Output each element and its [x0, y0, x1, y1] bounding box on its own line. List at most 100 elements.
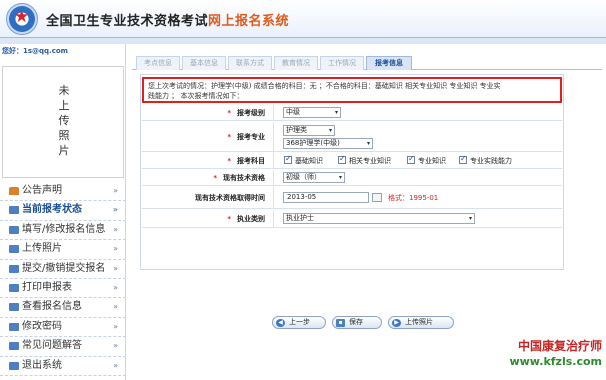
- chevron-right-icon: »: [113, 282, 118, 292]
- row-practice-type: * 执业类别 执业护士 ▾: [142, 210, 562, 228]
- row-exam-major: * 报考专业 护理类 ▾ 368护理学(中级) ▾: [142, 122, 562, 152]
- user-greeting: 您好：1s@qq.com: [2, 47, 68, 55]
- required-star: *: [227, 214, 231, 223]
- app-title-accent: 网上报名系统: [208, 14, 290, 29]
- logo-emblem: ★: [6, 3, 38, 35]
- subject-label: 专业实践能力: [470, 157, 512, 165]
- exam-subjects-label-text: 报考科目: [237, 156, 265, 165]
- registration-form: 您上次考试的情况：护理学(中级) 成绩合格的科目：无 ；不合格的科目：基础知识 …: [140, 74, 564, 270]
- sidebar-item-view-info[interactable]: 查看报名信息 »: [0, 298, 126, 318]
- required-star: *: [227, 156, 231, 165]
- checkbox-checked-icon: [338, 154, 346, 164]
- required-star: *: [227, 108, 231, 117]
- exam-major-label-text: 报考专业: [237, 132, 265, 141]
- practice-type-label: * 执业类别: [142, 210, 274, 227]
- sidebar-item-label: 修改密码: [22, 320, 62, 332]
- practice-type-select[interactable]: 执业护士 ▾: [283, 213, 475, 224]
- app-title: 全国卫生专业技术资格考试网上报名系统: [46, 10, 289, 29]
- chevron-right-icon: »: [113, 341, 118, 351]
- exam-major-label: * 报考专业: [142, 122, 274, 151]
- upload-icon: [9, 245, 19, 254]
- view-icon: [9, 303, 19, 312]
- sidebar-item-label: 常见问题解答: [22, 340, 82, 352]
- current-title-label-text: 现有技术资格: [223, 173, 265, 182]
- row-exam-level: * 报考级别 中级 ▾: [142, 105, 562, 121]
- obtain-date-label-text: 现有技术资格取得时间: [195, 193, 265, 202]
- tab-exam-registration[interactable]: 报考信息: [366, 56, 412, 70]
- sidebar-item-label: 公告声明: [22, 185, 62, 196]
- current-title-value: 初级（师）: [286, 173, 321, 181]
- prev-step-button[interactable]: ◀ 上一步: [272, 316, 326, 329]
- sidebar-item-label: 查看报名信息: [22, 301, 82, 313]
- sidebar-item-submit[interactable]: 提交/撤销提交报名 »: [0, 260, 126, 279]
- main-content: 考点信息 基本信息 联系方式 教育情况 工作情况 报考信息 您上次考试的情况：护…: [132, 44, 602, 380]
- subject-label: 专业知识: [418, 157, 446, 165]
- upload-photo-button[interactable]: ▶ 上传照片: [388, 316, 454, 329]
- app-title-main: 全国卫生专业技术资格考试: [46, 14, 209, 29]
- obtain-date-input[interactable]: 2013-05: [283, 192, 369, 203]
- upload-photo-label: 上传照片: [405, 318, 433, 326]
- chevron-right-icon: »: [113, 244, 118, 254]
- sidebar-item-label: 打印申报表: [22, 281, 72, 293]
- calendar-icon[interactable]: [372, 193, 382, 202]
- home-icon: [9, 187, 19, 195]
- sidebar-item-faq[interactable]: 常见问题解答 »: [0, 337, 126, 357]
- sidebar-item-label: 当前报考状态: [22, 204, 82, 216]
- exam-major-value: 368护理学(中级): [286, 139, 340, 147]
- exam-major-select[interactable]: 368护理学(中级) ▾: [283, 138, 373, 149]
- exam-level-select[interactable]: 中级 ▾: [283, 107, 341, 118]
- sidebar-item-change-password[interactable]: 修改密码 »: [0, 318, 126, 338]
- arrow-left-icon: ◀: [276, 319, 285, 327]
- current-title-select[interactable]: 初级（师） ▾: [283, 172, 345, 183]
- subject-checkbox-basic[interactable]: 基础知识: [284, 154, 323, 166]
- sidebar-item-current-status[interactable]: 当前报考状态 »: [0, 201, 126, 221]
- action-buttons: ◀ 上一步 ▪ 保存 ▶ 上传照片: [132, 316, 602, 330]
- notice-line-1: 您上次考试的情况：护理学(中级) 成绩合格的科目：无 ；不合格的科目：基础知识 …: [148, 82, 501, 90]
- notice-line-2: 践能力 ； 本次报考情况如下：: [148, 92, 244, 100]
- chevron-right-icon: »: [113, 186, 118, 195]
- subject-label: 相关专业知识: [349, 157, 391, 165]
- exam-subjects-label: * 报考科目: [142, 153, 274, 168]
- sidebar-item-announcement[interactable]: 公告声明 »: [0, 182, 126, 202]
- exam-level-label: * 报考级别: [142, 105, 274, 120]
- tab-bar: 考点信息 基本信息 联系方式 教育情况 工作情况 报考信息: [132, 54, 602, 70]
- watermark-url: www.kfzls.com: [509, 355, 602, 368]
- chevron-right-icon: »: [113, 224, 118, 234]
- required-star: *: [213, 173, 217, 182]
- tab-education[interactable]: 教育情况: [274, 56, 318, 70]
- row-exam-subjects: * 报考科目 基础知识 相关专业知识 专业知识 专业实践能力: [142, 153, 562, 169]
- obtain-date-label: 现有技术资格取得时间: [142, 187, 274, 208]
- app-header: ★ 全国卫生专业技术资格考试网上报名系统: [0, 0, 606, 38]
- status-icon: [9, 206, 19, 215]
- subject-checkbox-professional[interactable]: 专业知识: [407, 154, 446, 166]
- sidebar-item-edit-info[interactable]: 填写/修改报名信息 »: [0, 221, 126, 241]
- star-icon: ★: [14, 7, 30, 27]
- photo-placeholder-text: 未上传照片: [58, 84, 70, 157]
- subject-checkbox-practice[interactable]: 专业实践能力: [459, 154, 512, 166]
- practice-type-label-text: 执业类别: [237, 214, 265, 223]
- previous-exam-notice: 您上次考试的情况：护理学(中级) 成绩合格的科目：无 ；不合格的科目：基础知识 …: [142, 77, 562, 103]
- tab-work[interactable]: 工作情况: [320, 56, 364, 70]
- sidebar-item-logout[interactable]: 退出系统 »: [0, 357, 126, 376]
- subject-checkbox-related[interactable]: 相关专业知识: [338, 154, 391, 166]
- row-obtain-date: 现有技术资格取得时间 2013-05 格式：1995-01: [142, 187, 562, 209]
- exit-icon: [9, 361, 19, 370]
- photo-box: 未上传照片: [2, 66, 124, 178]
- edit-icon: [9, 225, 19, 234]
- sidebar-item-print[interactable]: 打印申报表 »: [0, 279, 126, 299]
- checkbox-checked-icon: [459, 154, 467, 164]
- sidebar-item-label: 上传照片: [22, 243, 62, 255]
- practice-type-value: 执业护士: [286, 214, 314, 222]
- row-current-title: * 现有技术资格 初级（师） ▾: [142, 170, 562, 186]
- checkbox-checked-icon: [284, 154, 292, 164]
- sidebar-item-label: 退出系统: [22, 359, 62, 371]
- tab-contact[interactable]: 联系方式: [228, 56, 272, 70]
- sidebar-item-upload-photo[interactable]: 上传照片 »: [0, 240, 126, 260]
- checkbox-checked-icon: [407, 154, 415, 164]
- tab-basic-info[interactable]: 基本信息: [182, 56, 226, 70]
- save-icon: ▪: [336, 319, 345, 327]
- tab-exam-site[interactable]: 考点信息: [136, 56, 180, 70]
- major-category-select[interactable]: 护理类 ▾: [283, 125, 335, 136]
- save-button[interactable]: ▪ 保存: [332, 316, 382, 329]
- prev-step-label: 上一步: [289, 318, 310, 326]
